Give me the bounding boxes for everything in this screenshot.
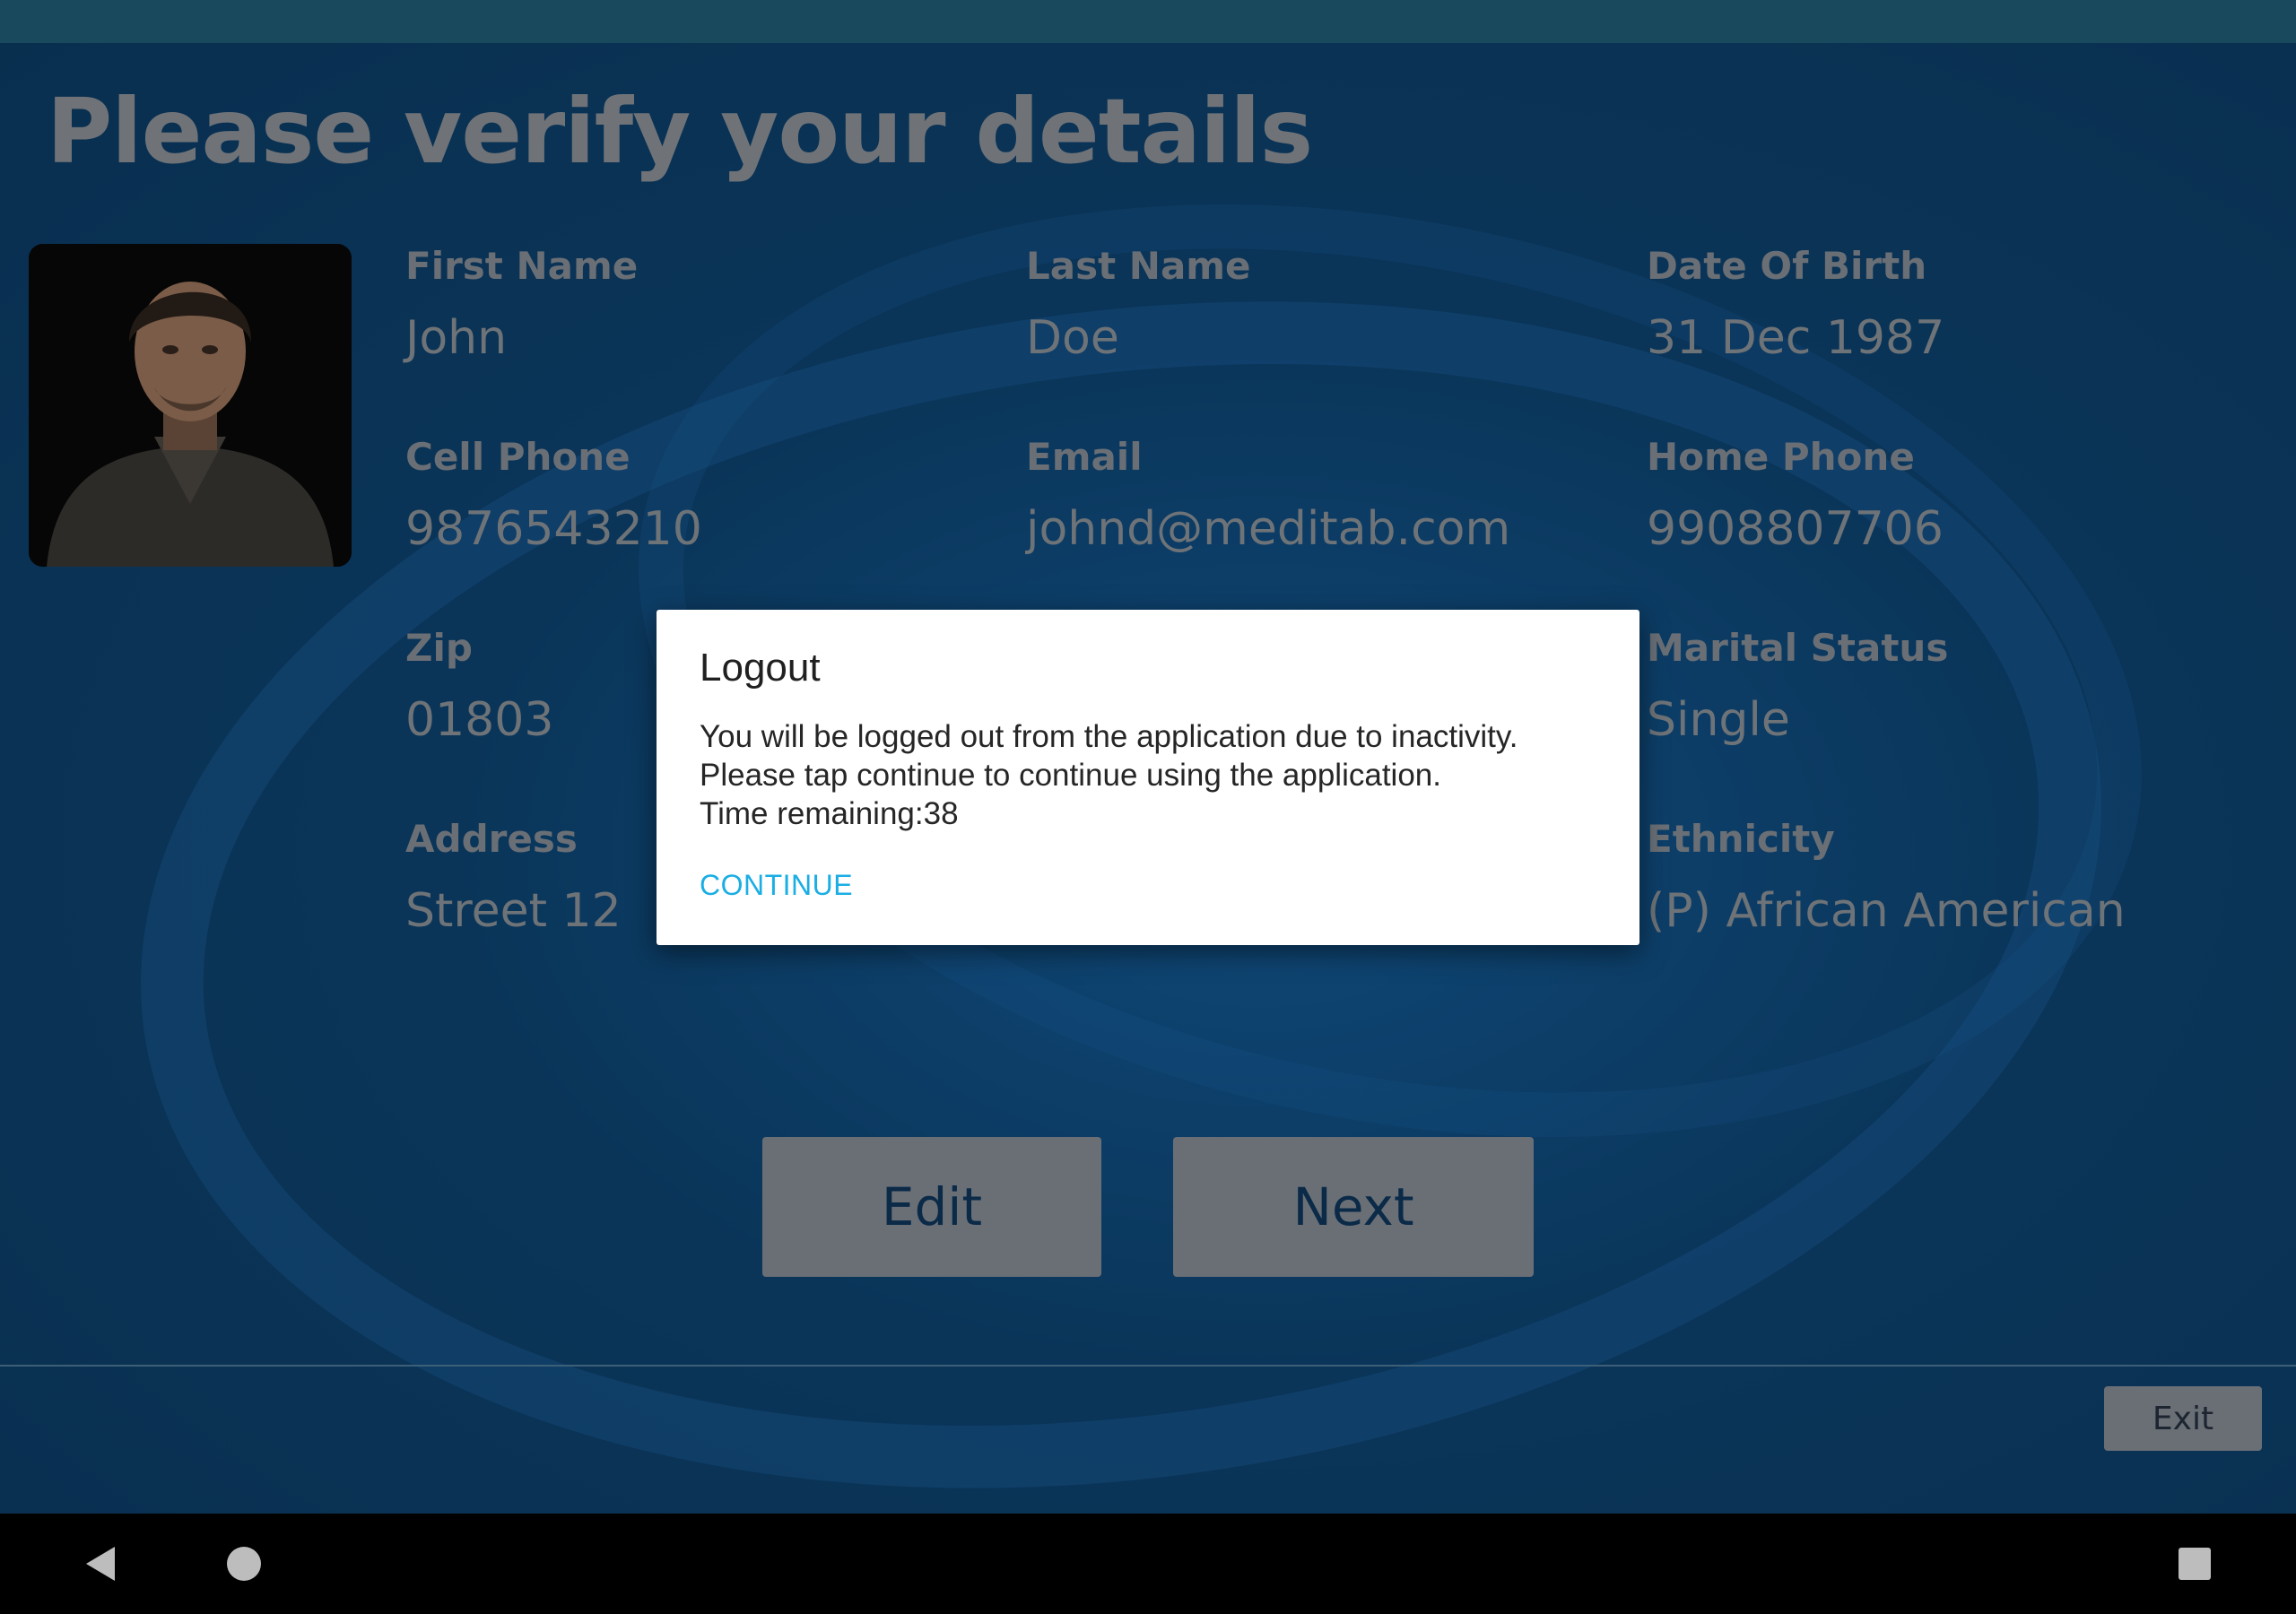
field-dob: Date Of Birth 31 Dec 1987 [1647, 244, 1944, 365]
marital-status-value: Single [1647, 693, 1790, 747]
field-email: Email johnd@meditab.com [1026, 435, 1510, 556]
first-name-label: First Name [405, 244, 639, 288]
address-value: Street 12 [405, 884, 622, 938]
footer-divider [0, 1365, 2296, 1367]
dialog-time-remaining: Time remaining:38 [700, 796, 959, 831]
exit-button[interactable]: Exit [2104, 1386, 2262, 1451]
home-phone-label: Home Phone [1647, 435, 1915, 479]
home-phone-value: 9908807706 [1647, 502, 1944, 556]
cell-phone-value: 9876543210 [405, 502, 702, 556]
field-marital-status: Marital Status Single [1647, 626, 1948, 747]
email-value: johnd@meditab.com [1026, 502, 1511, 556]
email-label: Email [1026, 435, 1143, 479]
field-ethnicity: Ethnicity (P) African American [1647, 817, 2126, 938]
logout-dialog: Logout You will be logged out from the a… [657, 610, 1639, 945]
page-title: Please verify your details [47, 79, 1313, 184]
avatar [29, 244, 352, 567]
ethnicity-label: Ethnicity [1647, 817, 1835, 861]
zip-label: Zip [405, 626, 473, 670]
address-label: Address [405, 817, 578, 861]
field-zip: Zip 01803 [405, 626, 553, 747]
field-address: Address Street 12 [405, 817, 622, 938]
dialog-line-1: You will be logged out from the applicat… [700, 719, 1518, 754]
avatar-photo [29, 244, 352, 567]
field-first-name: First Name John [405, 244, 638, 365]
android-nav-bar [0, 1514, 2296, 1614]
next-button[interactable]: Next [1173, 1137, 1534, 1277]
last-name-value: Doe [1026, 311, 1119, 365]
home-circle-icon[interactable] [227, 1547, 261, 1581]
dialog-line-2: Please tap continue to continue using th… [700, 758, 1441, 793]
continue-button[interactable]: CONTINUE [700, 869, 853, 902]
cell-phone-label: Cell Phone [405, 435, 631, 479]
dob-label: Date Of Birth [1647, 244, 1927, 288]
nav-icons [86, 1547, 2211, 1581]
back-triangle-icon[interactable] [86, 1547, 115, 1581]
marital-status-label: Marital Status [1647, 626, 1949, 670]
field-cell-phone: Cell Phone 9876543210 [405, 435, 702, 556]
dialog-message: You will be logged out from the applicat… [700, 717, 1596, 833]
field-home-phone: Home Phone 9908807706 [1647, 435, 1944, 556]
dob-value: 31 Dec 1987 [1647, 311, 1945, 365]
field-last-name: Last Name Doe [1026, 244, 1251, 365]
edit-button[interactable]: Edit [762, 1137, 1101, 1277]
status-bar [0, 0, 2296, 43]
first-name-value: John [405, 311, 508, 365]
ethnicity-value: (P) African American [1647, 884, 2126, 938]
zip-value: 01803 [405, 693, 554, 747]
last-name-label: Last Name [1026, 244, 1251, 288]
dialog-title: Logout [700, 646, 821, 690]
recents-square-icon[interactable] [2179, 1548, 2211, 1580]
